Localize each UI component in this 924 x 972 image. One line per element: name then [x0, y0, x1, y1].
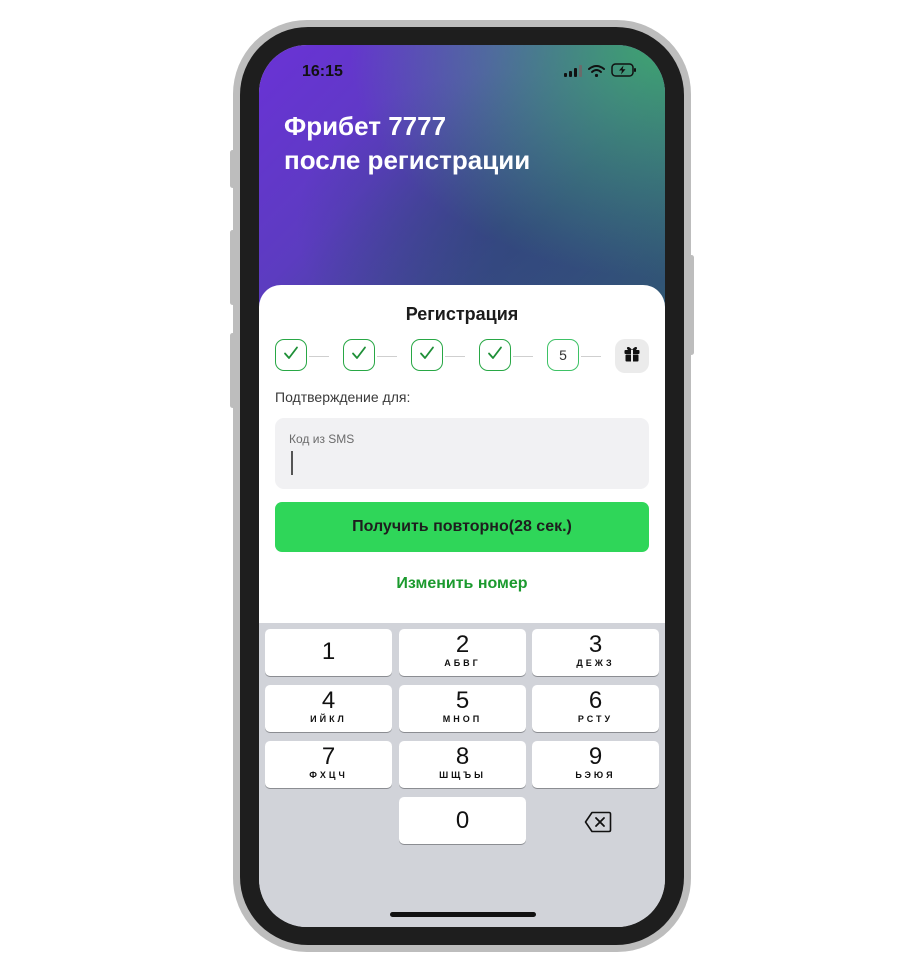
- key-digit: 2: [455, 631, 470, 658]
- key-9[interactable]: 9 ЬЭЮЯ: [532, 741, 659, 788]
- signal-icon: [564, 64, 582, 82]
- sheet-title: Регистрация: [405, 304, 519, 324]
- key-digit: 4: [321, 687, 336, 714]
- step-connector: [377, 356, 397, 357]
- step-4-done: [479, 339, 511, 371]
- step-connector: [513, 356, 533, 357]
- key-letters: ДЕЖЗ: [576, 658, 615, 668]
- change-number-link[interactable]: Изменить номер: [259, 575, 665, 593]
- sms-code-label: Код из SMS: [289, 432, 355, 446]
- key-letters: ФХЦЧ: [309, 770, 348, 780]
- key-6[interactable]: 6 РСТУ: [532, 685, 659, 732]
- home-indicator[interactable]: [390, 912, 536, 917]
- step-connector: [581, 356, 601, 357]
- backspace-icon: [584, 811, 612, 837]
- key-1[interactable]: 1: [265, 629, 392, 676]
- promo-title-line-1: Фрибет 7777: [284, 111, 447, 141]
- check-icon: [419, 346, 435, 365]
- backspace-key[interactable]: [584, 811, 612, 838]
- key-2[interactable]: 2 АБВГ: [399, 629, 526, 676]
- key-8[interactable]: 8 ШЩЪЫ: [399, 741, 526, 788]
- key-letters: ШЩЪЫ: [439, 770, 486, 780]
- key-7[interactable]: 7 ФХЦЧ: [265, 741, 392, 788]
- numeric-keyboard: 1 2 АБВГ 3 ДЕЖЗ 4 ИЙКЛ 5 МНОП 6 РСТУ 7 Ф…: [259, 623, 665, 927]
- check-icon: [351, 346, 367, 365]
- side-button-mute: [230, 150, 235, 188]
- registration-progress: 5: [275, 339, 649, 373]
- wifi-icon: [588, 64, 605, 82]
- key-letters: ИЙКЛ: [310, 714, 347, 724]
- key-letters: ЬЭЮЯ: [575, 770, 616, 780]
- promo-title: Фрибет 7777 после регистрации: [284, 109, 530, 177]
- step-1-done: [275, 339, 307, 371]
- key-digit: 9: [588, 743, 603, 770]
- key-0[interactable]: 0: [399, 797, 526, 844]
- key-letters: АБВГ: [444, 658, 481, 668]
- phone-screen: 16:15 Фрибет 7777 после регистрации Реги…: [259, 45, 665, 927]
- step-3-done: [411, 339, 443, 371]
- status-time: 16:15: [302, 63, 343, 80]
- key-digit: 0: [455, 807, 470, 834]
- step-reward: [615, 339, 649, 373]
- key-letters: МНОП: [442, 714, 483, 724]
- battery-charging-icon: [611, 63, 637, 82]
- side-button-power: [689, 255, 694, 355]
- key-letters: РСТУ: [577, 714, 614, 724]
- key-digit: 8: [455, 743, 470, 770]
- step-5-current: 5: [547, 339, 579, 371]
- key-digit: 7: [321, 743, 336, 770]
- side-button-volume-up: [230, 230, 235, 305]
- resend-code-button[interactable]: Получить повторно(28 сек.): [275, 502, 649, 552]
- key-3[interactable]: 3 ДЕЖЗ: [532, 629, 659, 676]
- key-digit: 3: [588, 631, 603, 658]
- key-digit: 6: [588, 687, 603, 714]
- step-connector: [445, 356, 465, 357]
- promo-title-line-2: после регистрации: [284, 145, 531, 175]
- check-icon: [283, 346, 299, 365]
- text-caret: [291, 451, 293, 475]
- side-button-volume-down: [230, 333, 235, 408]
- key-digit: 1: [321, 638, 336, 665]
- gift-icon: [623, 345, 641, 368]
- key-4[interactable]: 4 ИЙКЛ: [265, 685, 392, 732]
- sms-code-field[interactable]: Код из SMS: [275, 418, 649, 489]
- status-icons: [564, 63, 637, 82]
- confirm-label: Подтверждение для:: [275, 389, 411, 405]
- step-connector: [309, 356, 329, 357]
- check-icon: [487, 346, 503, 365]
- key-digit: 5: [455, 687, 470, 714]
- key-5[interactable]: 5 МНОП: [399, 685, 526, 732]
- step-2-done: [343, 339, 375, 371]
